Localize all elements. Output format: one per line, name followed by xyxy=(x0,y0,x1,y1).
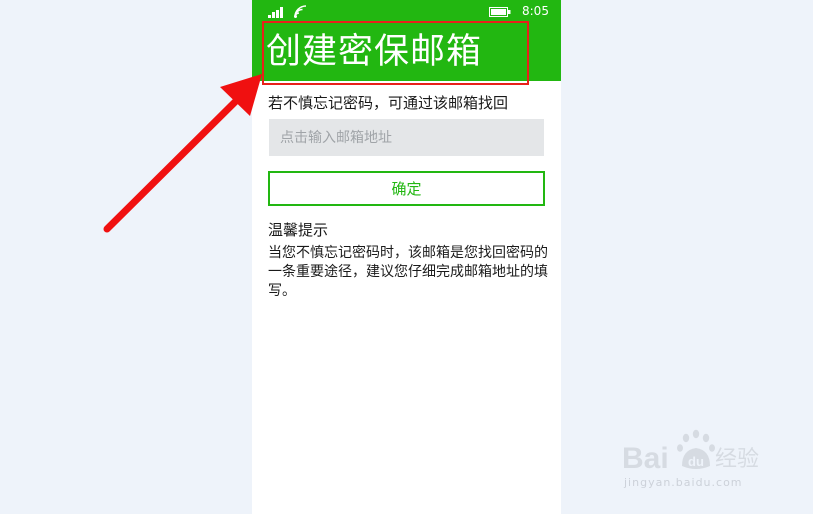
svg-text:du: du xyxy=(688,454,704,469)
watermark-url: jingyan.baidu.com xyxy=(624,476,743,489)
baidu-watermark: Bai du 经验 jingyan.baidu.com xyxy=(622,426,772,496)
svg-text:Bai: Bai xyxy=(622,442,669,474)
baidu-jingyan-logo-icon: Bai du 经验 xyxy=(622,429,759,474)
svg-text:经验: 经验 xyxy=(715,447,759,472)
